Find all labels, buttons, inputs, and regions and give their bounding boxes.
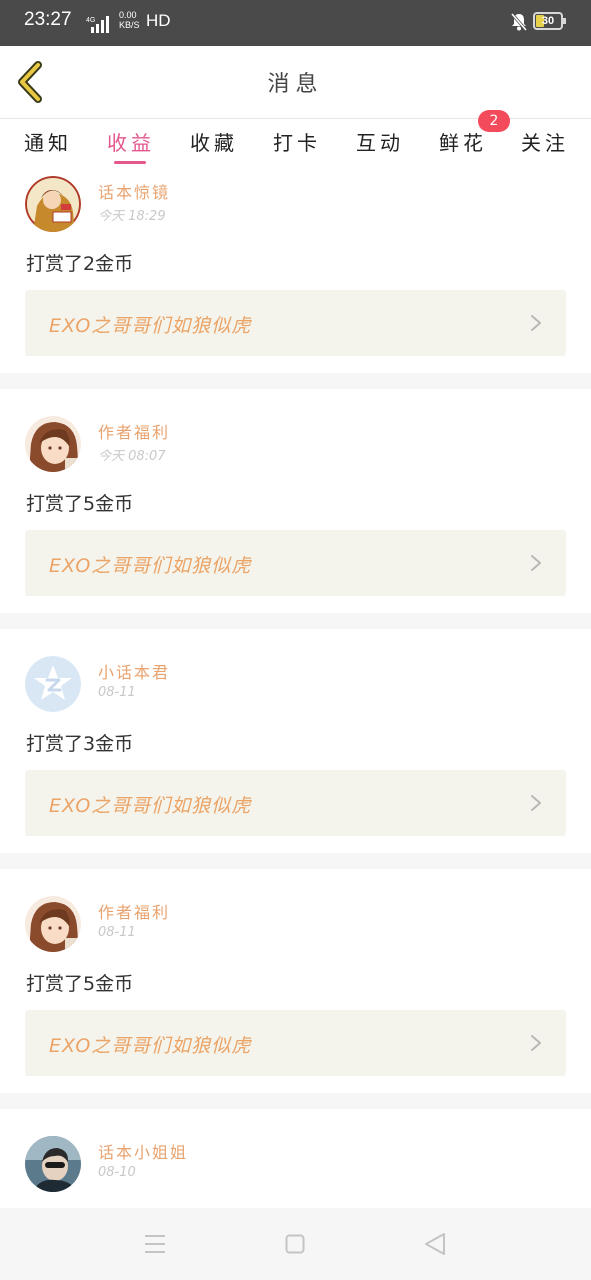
- message-card: 话本惊镜 今天 18:29 打赏了2金币 EXO之哥哥们如狼似虎: [0, 167, 591, 387]
- page-title: 消息: [267, 72, 324, 97]
- signal-icon: 4G: [83, 15, 115, 39]
- author-name[interactable]: 话本惊镜: [98, 179, 170, 203]
- chevron-right-icon: [531, 1035, 541, 1051]
- message-time: 08-11: [98, 685, 136, 700]
- book-link[interactable]: EXO之哥哥们如狼似虎: [25, 530, 566, 596]
- network-speed-value: 0.00: [119, 10, 137, 20]
- tab-income[interactable]: 收益: [107, 127, 155, 156]
- tab-notice[interactable]: 通知: [24, 127, 72, 156]
- avatar[interactable]: [25, 656, 81, 712]
- message-time: 08-10: [98, 1165, 136, 1180]
- divider: [0, 373, 591, 389]
- book-title: EXO之哥哥们如狼似虎: [49, 315, 252, 337]
- chevron-right-icon: [531, 795, 541, 811]
- author-name[interactable]: 小话本君: [98, 659, 170, 683]
- home-icon[interactable]: [285, 1234, 305, 1254]
- message-time: 今天 08:07: [98, 449, 166, 464]
- author-name[interactable]: 作者福利: [98, 419, 170, 443]
- bell-muted-icon: [510, 12, 528, 36]
- reward-text: 打赏了2金币: [26, 253, 134, 275]
- message-card: 作者福利 今天 08:07 打赏了5金币 EXO之哥哥们如狼似虎: [0, 407, 591, 627]
- avatar[interactable]: [25, 176, 81, 232]
- hd-indicator: HD: [146, 11, 171, 30]
- chevron-right-icon: [531, 315, 541, 331]
- network-gen-label: 4G: [86, 17, 95, 24]
- header-bar: 消息: [0, 46, 591, 119]
- book-title: EXO之哥哥们如狼似虎: [49, 1035, 252, 1057]
- message-card: 话本小姐姐 08-10: [0, 1127, 591, 1208]
- chevron-right-icon: [531, 555, 541, 571]
- divider: [0, 1093, 591, 1109]
- avatar[interactable]: [25, 896, 81, 952]
- avatar[interactable]: [25, 1136, 81, 1192]
- back-nav-icon[interactable]: [424, 1232, 446, 1256]
- system-nav-bar: [0, 1208, 591, 1280]
- message-time: 今天 18:29: [98, 209, 166, 224]
- status-time: 23:27: [24, 9, 72, 30]
- reward-text: 打赏了3金币: [26, 733, 134, 755]
- tab-favorites[interactable]: 收藏: [190, 127, 238, 156]
- message-card: 小话本君 08-11 打赏了3金币 EXO之哥哥们如狼似虎: [0, 647, 591, 867]
- author-name[interactable]: 话本小姐姐: [98, 1139, 188, 1163]
- book-link[interactable]: EXO之哥哥们如狼似虎: [25, 290, 566, 356]
- tab-interaction[interactable]: 互动: [356, 127, 404, 156]
- tab-following[interactable]: 关注: [521, 127, 569, 156]
- menu-icon[interactable]: [144, 1234, 166, 1254]
- network-speed: 0.00 KB/S: [119, 10, 140, 30]
- message-card: 作者福利 08-11 打赏了5金币 EXO之哥哥们如狼似虎: [0, 887, 591, 1107]
- message-time: 08-11: [98, 925, 136, 940]
- book-link[interactable]: EXO之哥哥们如狼似虎: [25, 770, 566, 836]
- book-title: EXO之哥哥们如狼似虎: [49, 795, 252, 817]
- flowers-badge: 2: [478, 110, 510, 132]
- book-link[interactable]: EXO之哥哥们如狼似虎: [25, 1010, 566, 1076]
- divider: [0, 613, 591, 629]
- active-tab-indicator: [114, 161, 146, 164]
- tab-flowers[interactable]: 鲜花: [439, 127, 487, 156]
- battery-icon: 30: [533, 12, 566, 30]
- divider: [0, 853, 591, 869]
- reward-text: 打赏了5金币: [26, 493, 134, 515]
- battery-level: 30: [541, 15, 555, 27]
- avatar[interactable]: [25, 416, 81, 472]
- book-title: EXO之哥哥们如狼似虎: [49, 555, 252, 577]
- tab-checkin[interactable]: 打卡: [273, 127, 321, 156]
- network-speed-unit: KB/S: [119, 20, 140, 30]
- reward-text: 打赏了5金币: [26, 973, 134, 995]
- status-bar: 23:27 4G 0.00 KB/S HD 30: [0, 0, 591, 46]
- author-name[interactable]: 作者福利: [98, 899, 170, 923]
